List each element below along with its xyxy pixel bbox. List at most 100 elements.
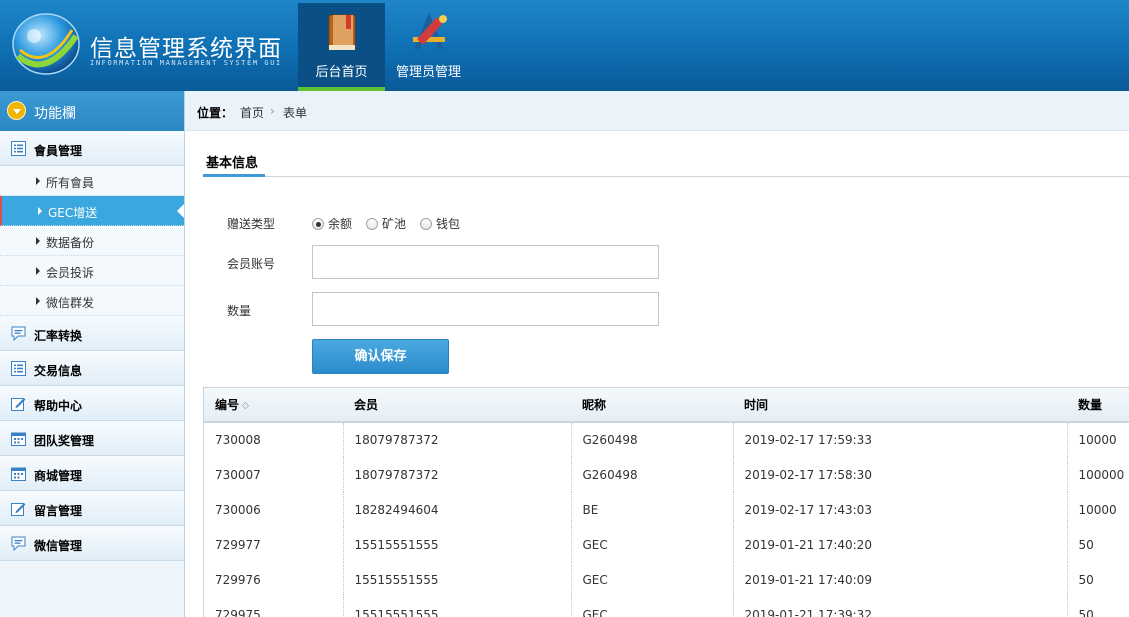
- radio-label: 余额: [328, 217, 353, 231]
- chat-icon: [11, 326, 26, 341]
- sidebar: 功能欄 會員管理 所有會員 GEC增送 数据备份 会员投诉 微信群发 汇率转换 …: [0, 91, 185, 617]
- sidebar-item-label: 所有會員: [46, 176, 95, 190]
- table-row[interactable]: 729977 15515551555 GEC 2019-01-21 17:40:…: [204, 527, 1129, 562]
- cell-member: 15515551555: [343, 527, 572, 562]
- sidebar-section-label: 會員管理: [34, 144, 83, 158]
- member-account-input[interactable]: [312, 245, 659, 279]
- cell-id: 729975: [204, 597, 344, 617]
- main-content: 位置： 首页 › 表单 基本信息 赠送类型 余额 矿池 钱包 会员账号 数量 确…: [185, 91, 1129, 617]
- radio-balance[interactable]: 余额: [312, 215, 352, 232]
- app-title: 信息管理系统界面: [90, 36, 282, 62]
- sidebar-section-wechat[interactable]: 微信管理: [0, 526, 184, 561]
- cell-id: 730007: [204, 457, 344, 492]
- cell-time: 2019-02-17 17:43:03: [733, 492, 1068, 527]
- caret-right-icon: [38, 207, 42, 215]
- sidebar-section-mall[interactable]: 商城管理: [0, 456, 184, 491]
- sidebar-item-label: 微信群发: [46, 296, 95, 310]
- radio-wallet[interactable]: 钱包: [420, 215, 460, 232]
- breadcrumb-home-link[interactable]: 首页: [240, 104, 264, 121]
- sidebar-item-data-backup[interactable]: 数据备份: [0, 226, 184, 256]
- table-row[interactable]: 730007 18079787372 G260498 2019-02-17 17…: [204, 457, 1129, 492]
- sidebar-section-label: 交易信息: [34, 364, 83, 378]
- top-header: 信息管理系统界面 INFORMATION MANAGEMENT SYSTEM G…: [0, 0, 1129, 91]
- sidebar-item-wechat-broadcast[interactable]: 微信群发: [0, 286, 184, 316]
- sidebar-item-complaints[interactable]: 会员投诉: [0, 256, 184, 286]
- logo-globe-icon: [12, 13, 80, 75]
- cell-time: 2019-01-21 17:39:32: [733, 597, 1068, 617]
- sidebar-item-label: GEC增送: [48, 206, 98, 220]
- cell-time: 2019-01-21 17:40:20: [733, 527, 1068, 562]
- cell-member: 15515551555: [343, 562, 572, 597]
- sidebar-section-members[interactable]: 會員管理: [0, 131, 184, 166]
- topnav-admin-label: 管理员管理: [395, 65, 461, 80]
- column-header-nickname: 昵称: [571, 388, 733, 423]
- radio-dot[interactable]: [312, 217, 324, 230]
- column-header-id[interactable]: 编号 ◇: [204, 388, 343, 423]
- radio-label: 钱包: [436, 217, 461, 231]
- sidebar-section-transactions[interactable]: 交易信息: [0, 351, 184, 386]
- sidebar-section-help[interactable]: 帮助中心: [0, 386, 184, 421]
- sidebar-item-label: 数据备份: [46, 236, 95, 250]
- radio-label: 矿池: [382, 217, 407, 231]
- radio-dot[interactable]: [366, 217, 379, 230]
- tools-icon: [413, 12, 447, 50]
- sidebar-item-all-members[interactable]: 所有會員: [0, 166, 184, 196]
- sidebar-section-team-reward[interactable]: 团队奖管理: [0, 421, 184, 456]
- cell-quantity: 100000: [1078, 467, 1125, 482]
- topnav-home[interactable]: 后台首页: [298, 3, 385, 91]
- cell-member: 18282494604: [343, 492, 572, 527]
- column-header-time: 时间: [733, 388, 1067, 423]
- breadcrumb-label: 位置：: [197, 106, 234, 120]
- table-header-row: 编号 ◇ 会员 昵称 时间 数量: [204, 388, 1129, 423]
- cell-nickname: GEC: [571, 597, 734, 617]
- cell-nickname: BE: [571, 492, 734, 527]
- cell-id: 729977: [204, 527, 344, 562]
- table-row[interactable]: 730006 18282494604 BE 2019-02-17 17:43:0…: [204, 492, 1129, 527]
- sidebar-section-exchange[interactable]: 汇率转换: [0, 316, 184, 351]
- caret-right-icon: [36, 267, 40, 275]
- member-account-label: 会员账号: [227, 257, 276, 271]
- sidebar-section-label: 汇率转换: [34, 329, 83, 343]
- sidebar-title: 功能欄: [34, 106, 76, 122]
- sidebar-section-label: 团队奖管理: [34, 434, 95, 448]
- radio-dot[interactable]: [420, 217, 433, 230]
- cell-id: 730006: [204, 492, 344, 527]
- sidebar-section-label: 留言管理: [34, 504, 83, 518]
- sidebar-header: 功能欄: [0, 91, 184, 131]
- cell-quantity: 10000: [1078, 502, 1117, 517]
- table-row[interactable]: 729976 15515551555 GEC 2019-01-21 17:40:…: [204, 562, 1129, 597]
- gift-type-radio-group: 余额 矿池 钱包: [312, 215, 474, 232]
- column-header-label: 编号: [215, 398, 240, 412]
- radio-mining-pool[interactable]: 矿池: [366, 215, 406, 232]
- quantity-label: 数量: [227, 304, 252, 318]
- calendar-icon: [11, 432, 26, 446]
- table-row[interactable]: 729975 15515551555 GEC 2019-01-21 17:39:…: [204, 597, 1129, 617]
- gift-type-label: 赠送类型: [227, 217, 276, 231]
- members-submenu: 所有會員 GEC增送 数据备份 会员投诉 微信群发: [0, 166, 184, 316]
- quantity-input[interactable]: [312, 292, 659, 326]
- caret-right-icon: [36, 237, 40, 245]
- table-row[interactable]: 730008 18079787372 G260498 2019-02-17 17…: [204, 422, 1129, 457]
- sort-icon[interactable]: ◇: [242, 401, 249, 411]
- caret-right-icon: [36, 297, 40, 305]
- column-header-quantity: 数量: [1067, 388, 1129, 423]
- cell-nickname: GEC: [571, 527, 734, 562]
- topnav-admin[interactable]: 管理员管理: [385, 3, 472, 91]
- caret-right-icon: [36, 177, 40, 185]
- book-icon: [328, 14, 356, 50]
- confirm-save-button[interactable]: 确认保存: [312, 339, 449, 374]
- cell-quantity: 10000: [1078, 433, 1117, 447]
- cell-quantity: 50: [1078, 537, 1094, 552]
- cell-quantity: 50: [1078, 607, 1094, 617]
- sidebar-section-messages[interactable]: 留言管理: [0, 491, 184, 526]
- calendar-icon: [11, 467, 26, 481]
- breadcrumb-separator: ›: [270, 104, 275, 118]
- cell-member: 15515551555: [343, 597, 572, 617]
- cell-time: 2019-02-17 17:59:33: [733, 422, 1068, 457]
- tab-bar: 基本信息: [203, 147, 1129, 177]
- tab-basic-info[interactable]: 基本信息: [203, 147, 265, 177]
- sidebar-section-label: 帮助中心: [34, 399, 83, 413]
- cell-nickname: G260498: [571, 422, 734, 457]
- sidebar-item-gec-gift[interactable]: GEC增送: [0, 196, 184, 226]
- sidebar-section-label: 商城管理: [34, 469, 83, 483]
